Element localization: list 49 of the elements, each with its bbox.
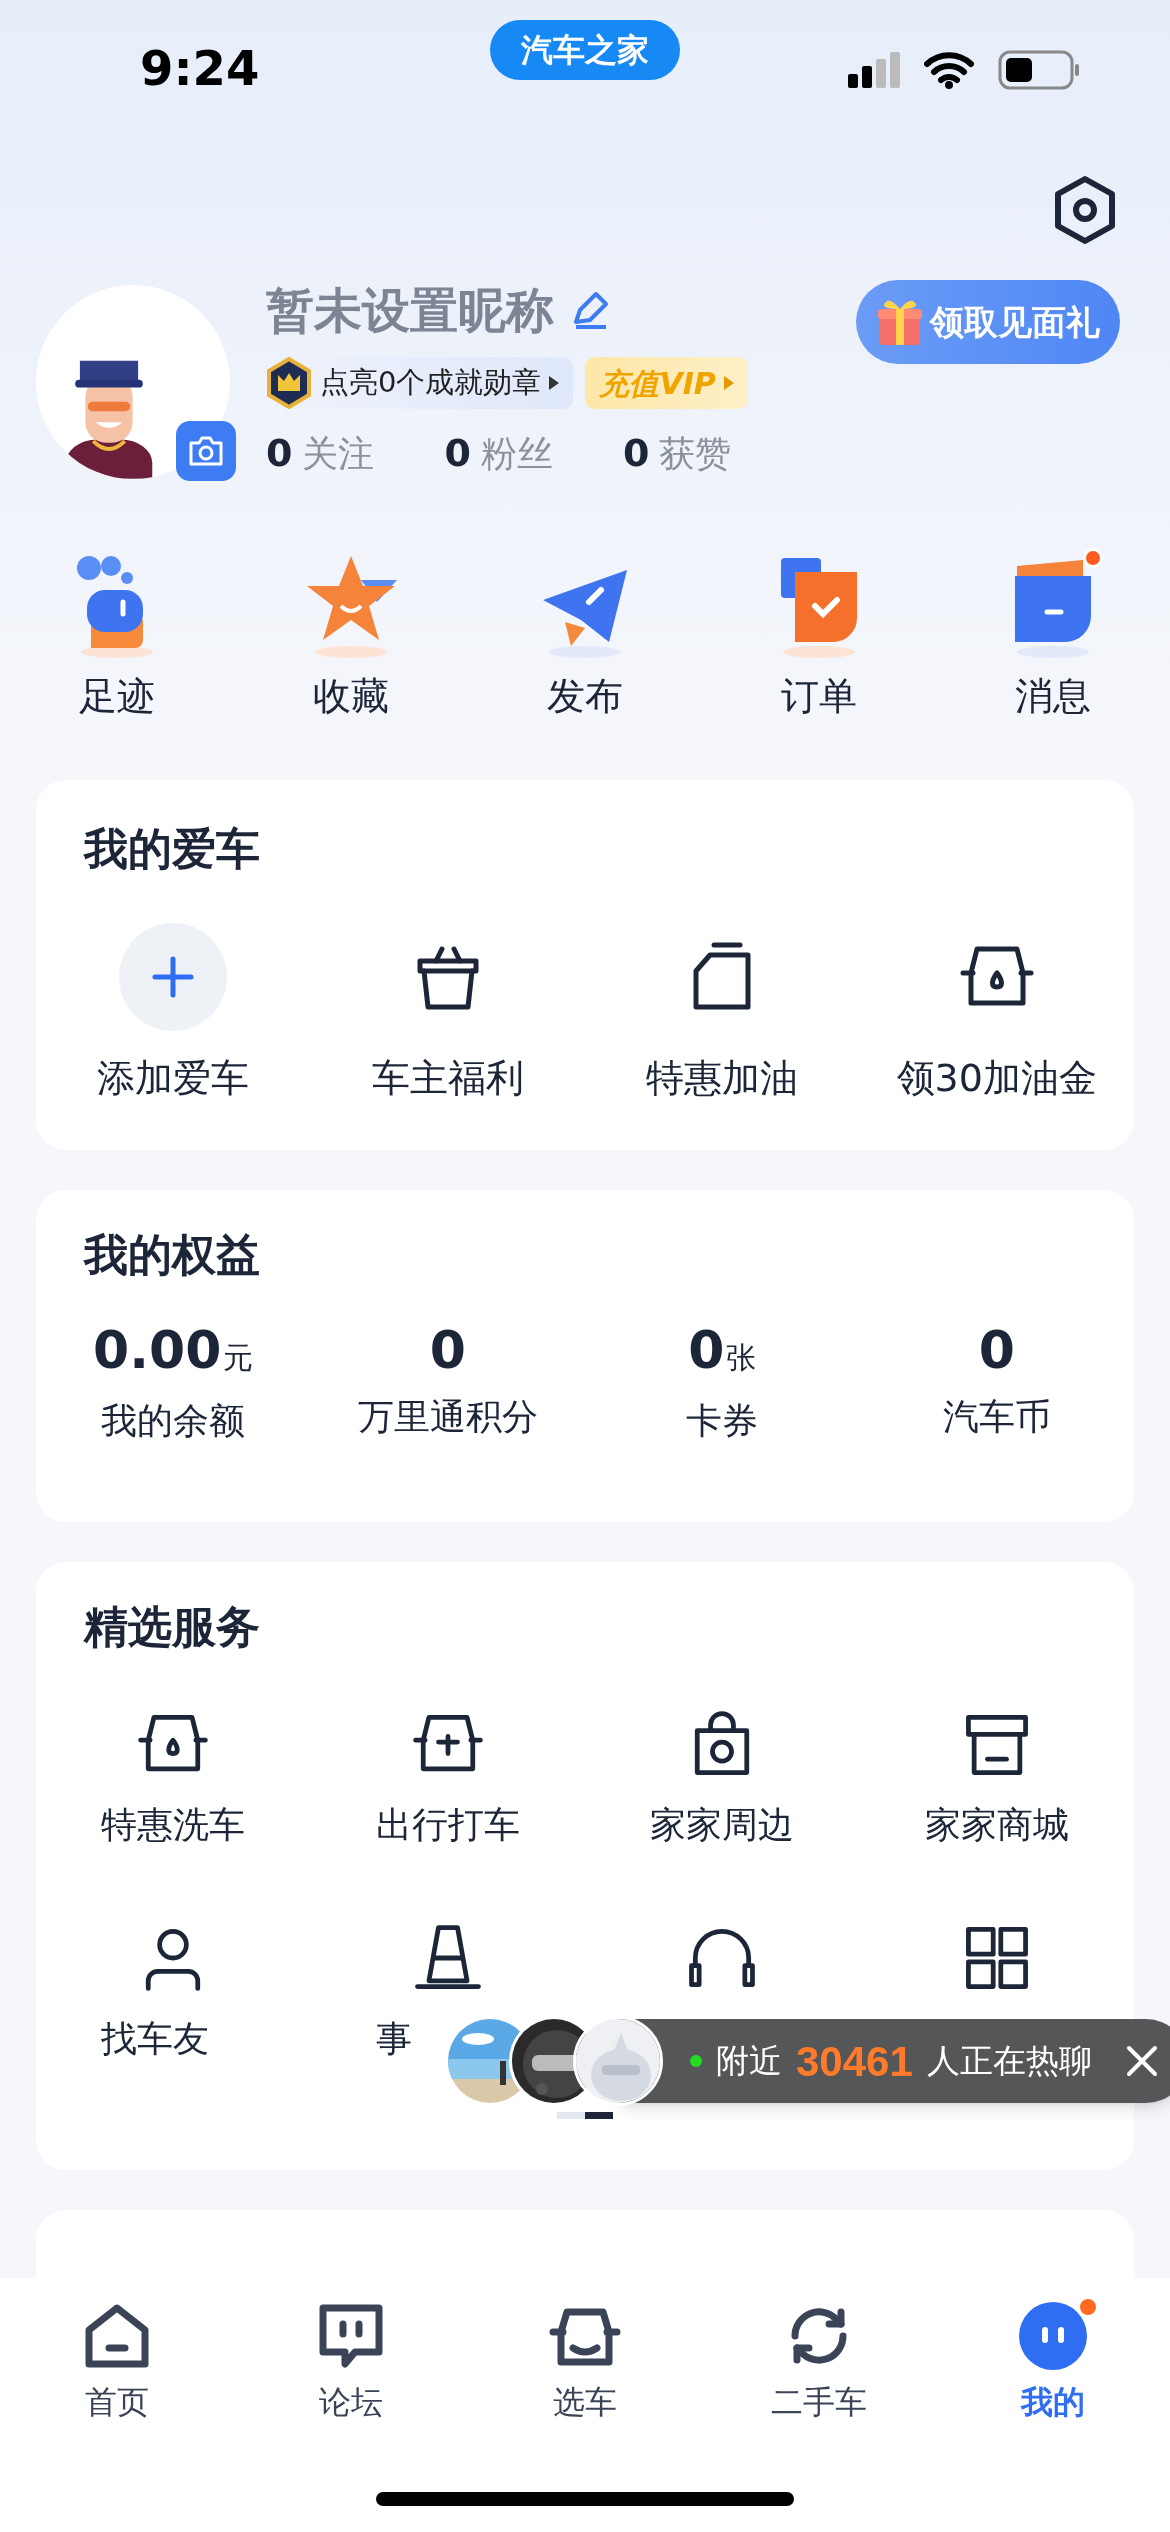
shortcut-button[interactable]: 订单 <box>702 550 936 780</box>
battery-icon <box>998 50 1080 90</box>
service-button[interactable]: 家家周边 <box>585 1704 860 1894</box>
app-pill: 汽车之家 <box>490 20 680 80</box>
tab-button[interactable]: 二手车 <box>702 2300 936 2426</box>
benefit-button[interactable]: 0张 卡券 <box>585 1324 860 1448</box>
service-button[interactable]: 事 <box>310 1918 585 2108</box>
shortcut-button[interactable]: 足迹 <box>0 550 234 780</box>
chat-suffix: 人正在热聊 <box>926 2040 1092 2083</box>
stat-count: 0 <box>622 430 650 477</box>
crown-badge-icon <box>266 357 312 409</box>
shortcut-button[interactable]: 发布 <box>468 550 702 780</box>
shortcut-button[interactable]: 收藏 <box>234 550 468 780</box>
benefit-button[interactable]: 0 汽车币 <box>859 1324 1134 1448</box>
benefit-button[interactable]: 0 万里通积分 <box>310 1324 585 1448</box>
profile-icon <box>1017 2300 1089 2372</box>
benefit-button[interactable]: 0.00元 我的余额 <box>36 1324 311 1448</box>
caret-icon <box>723 376 734 390</box>
camera-button[interactable] <box>176 421 236 481</box>
tab-button[interactable]: 论坛 <box>234 2300 468 2426</box>
achievement-text: 点亮0个成就勋章 <box>320 364 542 402</box>
stat-count: 0 <box>444 430 471 477</box>
wifi-icon <box>924 51 974 89</box>
achievement-chip[interactable]: 点亮0个成就勋章 <box>266 357 574 409</box>
car-service-button[interactable]: 领30加油金 <box>859 922 1134 1107</box>
tab-button[interactable]: 我的 <box>936 2300 1170 2426</box>
tab-button[interactable]: 首页 <box>0 2300 234 2426</box>
tab-button[interactable]: 选车 <box>468 2300 702 2426</box>
chat-count: 30461 <box>796 2036 913 2087</box>
service-button[interactable]: 出行打车 <box>310 1704 585 1894</box>
card-title: 我的爱车 <box>84 823 260 874</box>
car-service-button[interactable]: 车主福利 <box>310 922 585 1107</box>
service-button[interactable]: 特惠洗车 <box>36 1704 311 1894</box>
nickname: 暂未设置昵称 <box>266 281 554 340</box>
shortcut-button[interactable]: 消息 <box>936 550 1170 780</box>
stat-count: 0 <box>266 430 293 477</box>
caret-icon <box>549 376 560 390</box>
signal-icon <box>848 52 900 88</box>
service-button[interactable]: 找车友 <box>36 1918 311 2108</box>
card-title: 我的权益 <box>84 1229 260 1280</box>
car-service-button[interactable]: 特惠加油 <box>585 922 860 1107</box>
close-icon[interactable] <box>1126 2045 1158 2077</box>
service-button[interactable]: 家家商城 <box>859 1704 1134 1894</box>
car-service-button[interactable]: 添加爱车 <box>36 922 311 1107</box>
card-title: 精选服务 <box>84 1600 261 1654</box>
chat-prefix: 附近 <box>716 2040 782 2083</box>
camera-icon <box>188 435 224 467</box>
settings-icon <box>1053 175 1117 245</box>
status-time: 9:24 <box>140 44 260 92</box>
